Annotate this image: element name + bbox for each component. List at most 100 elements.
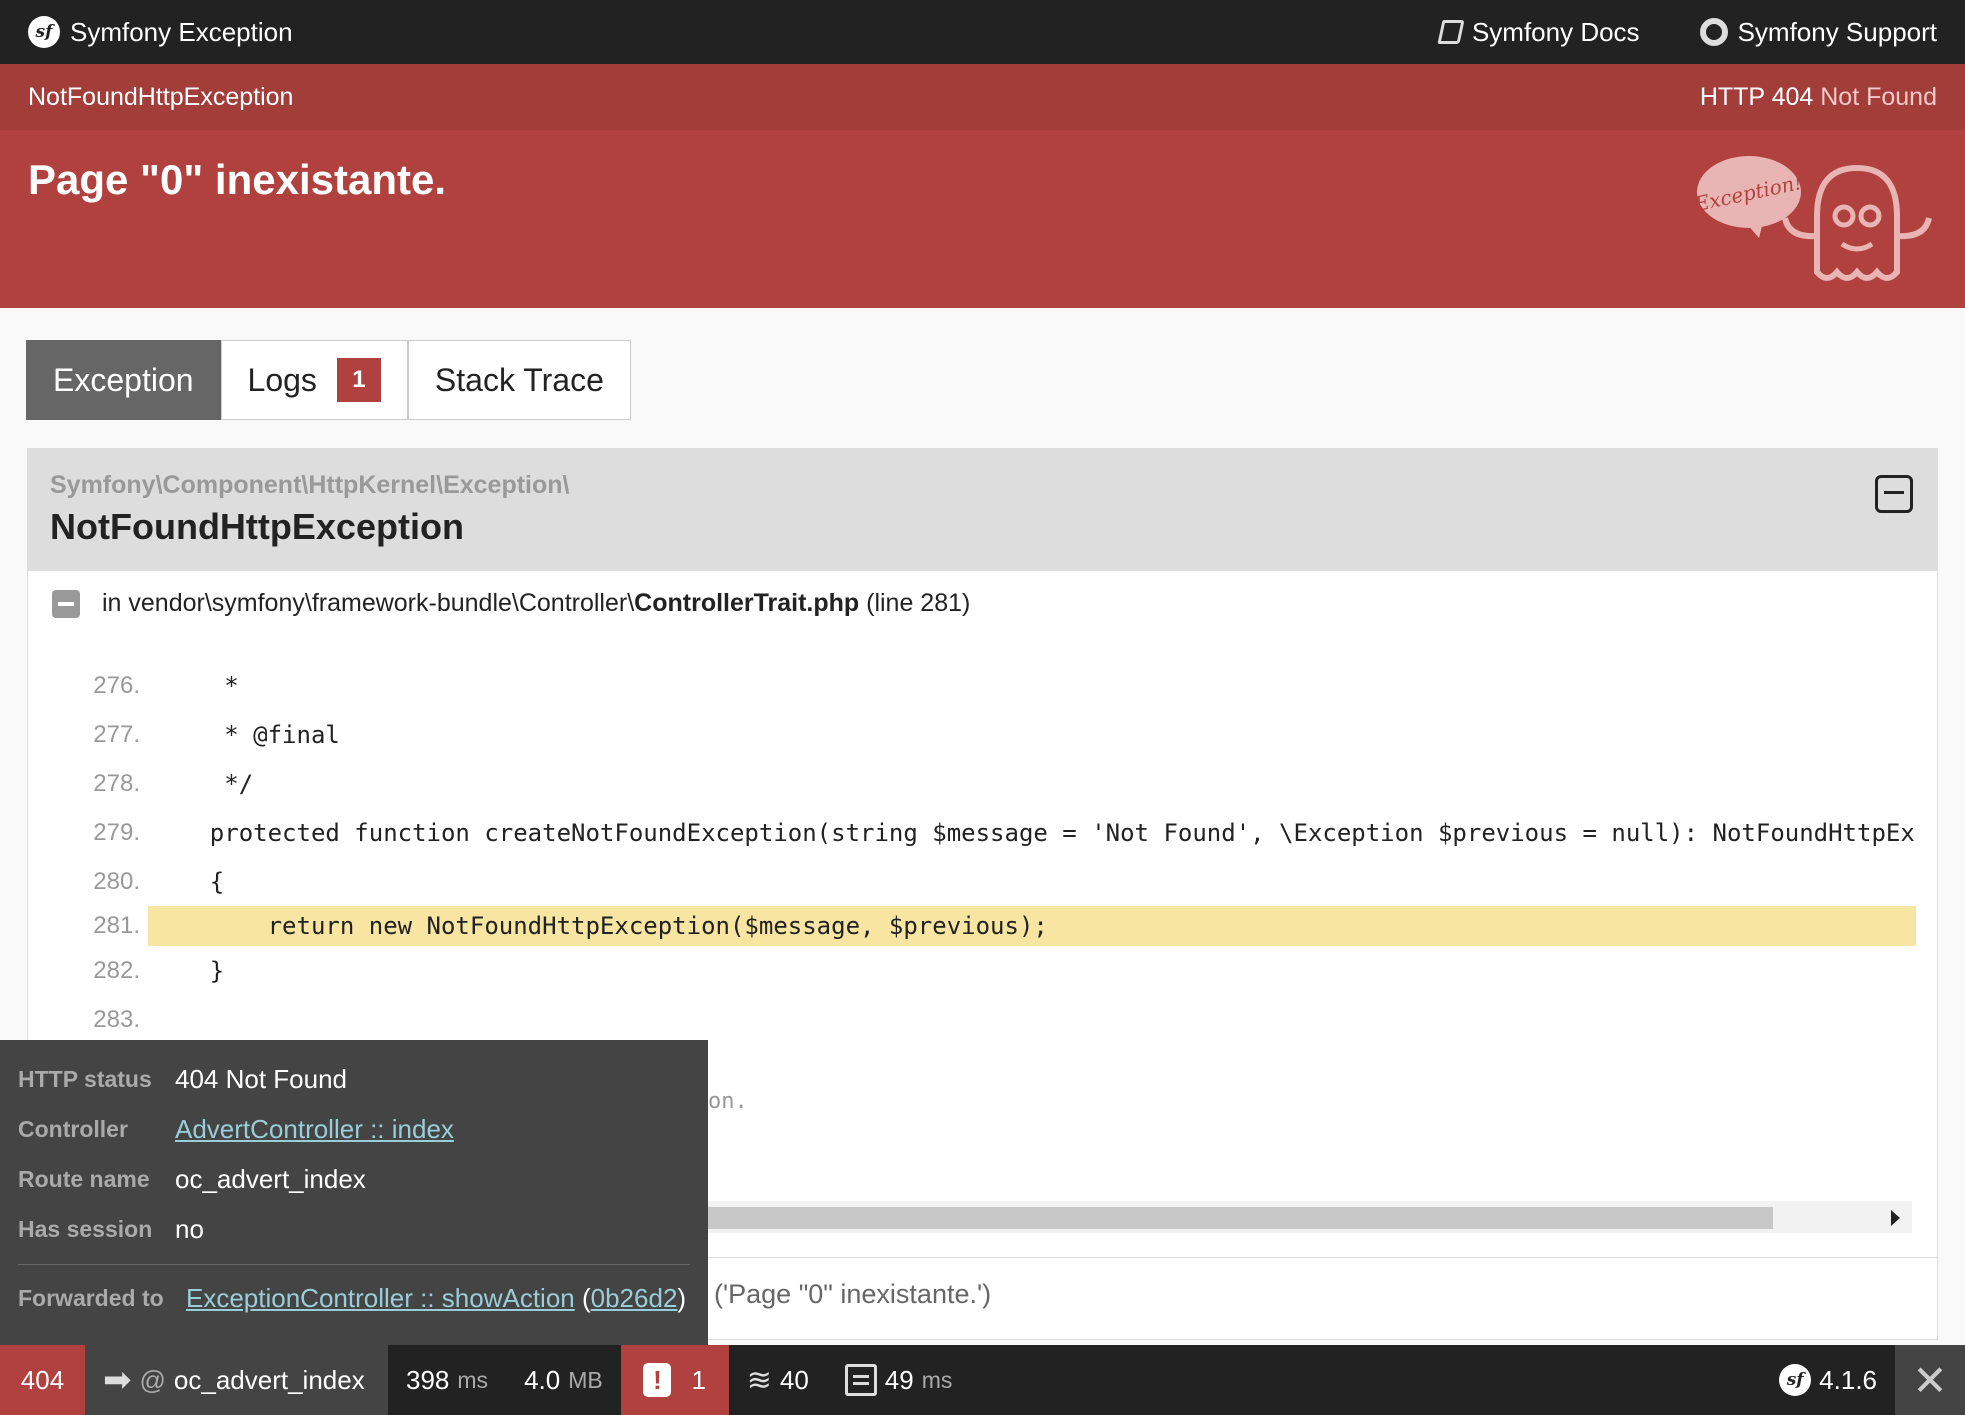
code-line: 278. */ [28,759,1938,808]
exception-class: NotFoundHttpException [50,506,464,547]
popover-row-http-status: HTTP status 404 Not Found [18,1054,690,1104]
route-at-sign: @ [139,1364,166,1395]
toolbar-cache-layers[interactable]: ≋ 40 [729,1345,827,1415]
layers-count: 40 [779,1364,809,1395]
logs-count-badge: 1 [336,358,381,402]
time-value: 398 [406,1364,450,1395]
symfony-logo-icon: sf [1779,1364,1812,1396]
file-name: ControllerTrait.php [634,589,860,617]
exception-message: Page "0" inexistante. [28,156,446,203]
trace-file-line: in vendor\symfony\framework-bundle\Contr… [28,571,1937,636]
popover-row-controller: Controller AdvertController :: index [18,1104,690,1154]
popover-divider [18,1264,690,1265]
line-source: */ [152,769,254,798]
symfony-docs-label: Symfony Docs [1471,16,1640,47]
book-icon [1437,20,1465,44]
forwarded-to-label: Forwarded to [18,1284,164,1311]
tab-stack-trace-label: Stack Trace [434,361,604,398]
collapse-code-button[interactable] [52,589,80,618]
line-number: 282. [93,956,140,984]
line-source: } [152,956,225,985]
debug-toolbar: 404 ➡ @ oc_advert_index 398 ms 4.0 MB ! … [0,1345,1965,1415]
code-line: 276. * [28,661,1938,710]
file-path-prefix: in vendor\symfony\framework-bundle\Contr… [102,589,635,617]
brand-title: Symfony Exception [70,16,293,47]
line-source: * @final [152,720,340,749]
symfony-support-label: Symfony Support [1737,16,1937,47]
status-code-value: 404 [20,1364,65,1395]
line-number: 277. [93,720,140,748]
redirect-arrow-icon: ➡ [103,1361,132,1399]
line-number: 278. [93,769,140,797]
toolbar-request-route[interactable]: ➡ @ oc_advert_index [85,1345,388,1415]
http-status-text: Not Found [1820,82,1937,111]
line-source: * [152,671,239,700]
code-excerpt: 276. * 277. * @final 278. */ 279. protec… [28,661,1938,1044]
line-source: return new NotFoundHttpException($messag… [148,906,1916,946]
exception-namespace: Symfony\Component\HttpKernel\Exception\ [50,471,570,499]
popover-row-route: Route name oc_advert_index [18,1154,690,1204]
exception-ghost-icon: Exception! [1697,156,1932,281]
exception-meta: NotFoundHttpException HTTP 404 Not Found [0,64,1965,130]
http-status-code: HTTP 404 [1699,82,1814,111]
tab-bar: Exception Logs 1 Stack Trace [26,340,631,420]
has-session-label: Has session [18,1215,153,1242]
top-header: sf Symfony Exception Symfony Docs Symfon… [0,0,1965,64]
toolbar-symfony-version[interactable]: sf 4.1.6 [1761,1345,1895,1415]
collapse-trace-button[interactable] [1875,475,1913,513]
toolbar-time[interactable]: 398 ms [388,1345,506,1415]
symfony-version: 4.1.6 [1819,1364,1877,1395]
line-number: 283. [93,1005,140,1033]
code-line: 280. { [28,857,1938,906]
error-count: 1 [691,1364,706,1395]
trace-header: Symfony\Component\HttpKernel\Exception\ … [28,449,1937,571]
obscured-code-text: on. [708,1089,748,1114]
close-icon: ✕ [1912,1356,1948,1404]
forwarded-token-link[interactable]: 0b26d2 [591,1283,678,1314]
form-time-unit: ms [921,1366,953,1393]
request-info-popover: HTTP status 404 Not Found Controller Adv… [0,1040,708,1346]
exclamation-icon: ! [643,1363,672,1397]
memory-unit: MB [568,1366,603,1393]
toolbar-errors[interactable]: ! 1 [620,1345,729,1415]
line-number: 281. [93,912,140,939]
controller-link[interactable]: AdvertController :: index [175,1114,454,1145]
tab-stack-trace[interactable]: Stack Trace [407,340,631,420]
toolbar-status-code[interactable]: 404 [0,1345,85,1415]
trace-call-args: ('Page "0" inexistante.') [714,1279,992,1309]
memory-value: 4.0 [524,1364,561,1395]
symfony-support-link[interactable]: Symfony Support [1699,16,1937,48]
layers-icon: ≋ [746,1363,772,1397]
tab-exception[interactable]: Exception [26,340,221,420]
code-line: 279. protected function createNotFoundEx… [28,808,1938,857]
forwarded-controller-link[interactable]: ExceptionController :: showAction [186,1283,575,1314]
http-status-label: HTTP status [18,1065,152,1092]
file-line: (line 281) [866,589,971,617]
toolbar-close-button[interactable]: ✕ [1895,1345,1965,1415]
lifebuoy-icon [1699,18,1728,46]
line-number: 280. [93,867,140,895]
popover-row-forwarded: Forwarded to ExceptionController :: show… [18,1282,687,1314]
line-source: protected function createNotFoundExcepti… [152,818,1915,847]
code-line: 277. * @final [28,710,1938,759]
route-name-label: Route name [18,1165,150,1192]
brand: sf Symfony Exception [28,16,293,48]
line-number: 279. [93,818,140,846]
line-number: 276. [93,671,140,699]
exception-summary: NotFoundHttpException HTTP 404 Not Found… [0,64,1965,308]
scroll-right-arrow-icon[interactable] [1891,1210,1900,1226]
tab-logs-label: Logs [247,361,317,398]
form-icon [844,1364,877,1396]
symfony-docs-link[interactable]: Symfony Docs [1437,16,1640,48]
code-line: 283. [28,995,1938,1044]
route-name-value: oc_advert_index [175,1163,366,1194]
tab-logs[interactable]: Logs 1 [220,340,408,420]
code-line: 282. } [28,946,1938,995]
toolbar-forms[interactable]: 49 ms [827,1345,971,1415]
http-status: HTTP 404 Not Found [1700,83,1937,112]
toolbar-memory[interactable]: 4.0 MB [506,1345,621,1415]
symfony-logo-icon: sf [28,16,60,48]
route-name: oc_advert_index [173,1364,365,1395]
line-source: { [152,867,225,896]
time-unit: ms [457,1366,489,1393]
